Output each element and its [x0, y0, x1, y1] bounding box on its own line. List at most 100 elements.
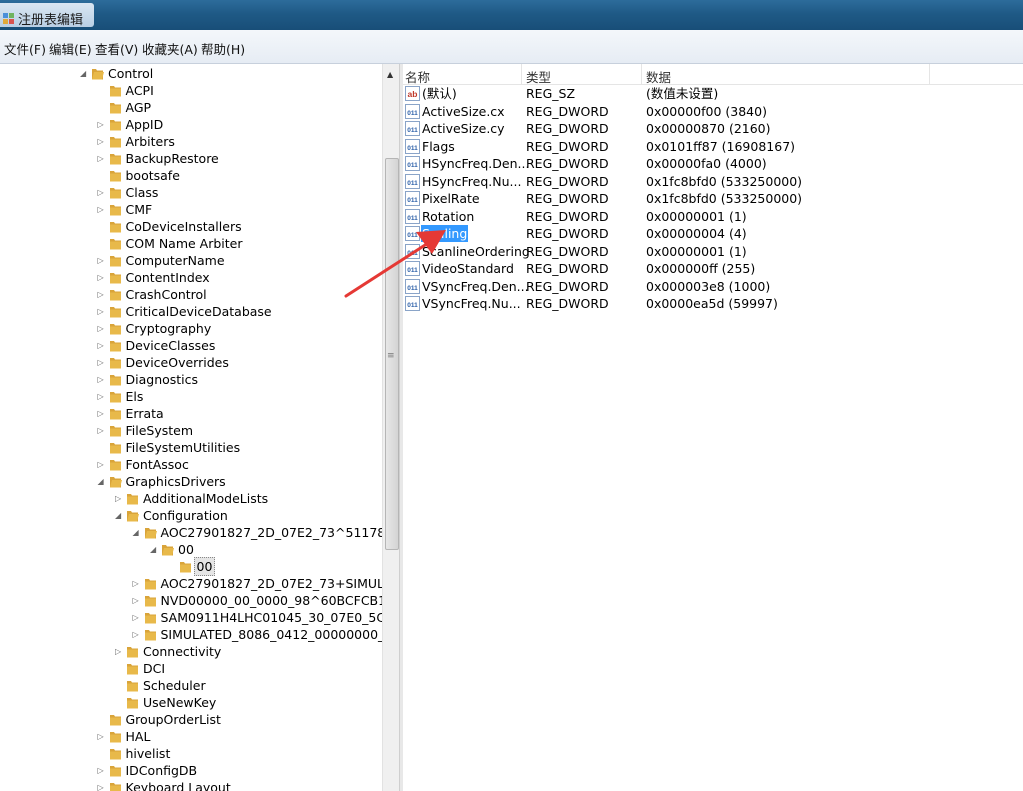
- tree-node-label: Connectivity: [143, 644, 222, 659]
- value-list[interactable]: 名称 类型 数据 ab (默认) REG_SZ (数值未设置) 011 ActiveSiz…: [403, 64, 1023, 791]
- collapsed-arrow-icon[interactable]: ▷: [98, 116, 106, 133]
- tree-node-label: DeviceOverrides: [125, 355, 229, 370]
- tree-node-label: FileSystemUtilities: [125, 440, 241, 455]
- expanded-arrow-icon[interactable]: ◢: [80, 65, 88, 82]
- value-row[interactable]: 011 VSyncFreq.Den... REG_DWORD 0x000003e8 (…: [403, 278, 1023, 295]
- tree-node-label: SAM0911H4LHC01045_30_07E0_5C+A: [160, 610, 383, 625]
- tree-node-label: GroupOrderList: [125, 712, 221, 727]
- collapsed-arrow-icon[interactable]: ▷: [133, 626, 141, 643]
- tree-node-label: CriticalDeviceDatabase: [125, 304, 272, 319]
- value-name: VSyncFreq.Nu...: [422, 296, 521, 311]
- svg-text:011: 011: [407, 232, 418, 239]
- tree-node-label: AOC27901827_2D_07E2_73+SIMULATE: [160, 576, 383, 591]
- collapsed-arrow-icon[interactable]: ▷: [98, 405, 106, 422]
- expanded-arrow-icon[interactable]: ◢: [133, 524, 141, 541]
- value-type: REG_DWORD: [526, 261, 609, 276]
- menu-file[interactable]: 文件(F): [4, 39, 46, 58]
- value-row[interactable]: 011 Flags REG_DWORD 0x0101ff87 (16908167): [403, 138, 1023, 155]
- value-row[interactable]: 011 PixelRate REG_DWORD 0x1fc8bfd0 (5332500…: [403, 190, 1023, 207]
- collapsed-arrow-icon[interactable]: ▷: [133, 609, 141, 626]
- tree-node-label: DeviceClasses: [125, 338, 216, 353]
- value-row[interactable]: 011 HSyncFreq.Nu... REG_DWORD 0x1fc8bfd0 (5…: [403, 173, 1023, 190]
- collapsed-arrow-icon[interactable]: ▷: [98, 150, 106, 167]
- collapsed-arrow-icon[interactable]: ▷: [98, 184, 106, 201]
- tree-node-label: CoDeviceInstallers: [125, 219, 242, 234]
- collapsed-arrow-icon[interactable]: ▷: [98, 388, 106, 405]
- scroll-up-arrow-icon[interactable]: ▲: [387, 70, 393, 79]
- folder-icon: [144, 630, 156, 641]
- tree-node-label: DCI: [143, 661, 166, 676]
- tree-node-label: UseNewKey: [143, 695, 217, 710]
- column-type[interactable]: 类型: [526, 67, 551, 86]
- string-value-icon: ab: [405, 86, 420, 101]
- value-row[interactable]: 011 VSyncFreq.Nu... REG_DWORD 0x0000ea5d (5…: [403, 295, 1023, 312]
- value-name: Rotation: [422, 208, 475, 224]
- value-name: Flags: [422, 138, 455, 154]
- collapsed-arrow-icon[interactable]: ▷: [98, 252, 106, 269]
- collapsed-arrow-icon[interactable]: ▷: [98, 762, 106, 779]
- column-divider[interactable]: [641, 64, 642, 84]
- collapsed-arrow-icon[interactable]: ▷: [98, 354, 106, 371]
- value-row[interactable]: ab (默认) REG_SZ (数值未设置): [403, 85, 1023, 102]
- menu-edit[interactable]: 编辑(E): [49, 39, 92, 58]
- expanded-arrow-icon[interactable]: ◢: [98, 473, 106, 490]
- collapsed-arrow-icon[interactable]: ▷: [115, 643, 123, 660]
- tree-node-label: CMF: [125, 202, 153, 217]
- svg-text:011: 011: [407, 302, 418, 309]
- value-name: ActiveSize.cx: [422, 103, 505, 119]
- collapsed-arrow-icon[interactable]: ▷: [98, 303, 106, 320]
- collapsed-arrow-icon[interactable]: ▷: [115, 490, 123, 507]
- value-row[interactable]: 011 Scaling REG_DWORD 0x00000004 (4): [403, 225, 1023, 242]
- expanded-arrow-icon[interactable]: ◢: [150, 541, 158, 558]
- collapsed-arrow-icon[interactable]: ▷: [98, 286, 106, 303]
- menu-favorites[interactable]: 收藏夹(A): [142, 39, 198, 58]
- tree-node-label: AdditionalModeLists: [143, 491, 269, 506]
- value-row[interactable]: 011 VideoStandard REG_DWORD 0x000000ff (255…: [403, 260, 1023, 277]
- tree-node-label: AOC27901827_2D_07E2_73^51178CC2: [160, 525, 383, 540]
- svg-text:011: 011: [407, 145, 418, 152]
- tree-node-label: Arbiters: [125, 134, 175, 149]
- value-data: 0x00000001 (1): [646, 243, 747, 259]
- tree-node-label: 00: [193, 557, 216, 576]
- folder-icon: [109, 766, 121, 777]
- collapsed-arrow-icon[interactable]: ▷: [98, 320, 106, 337]
- value-row[interactable]: 011 ScanlineOrdering REG_DWORD 0x00000001 (…: [403, 243, 1023, 260]
- collapsed-arrow-icon[interactable]: ▷: [133, 575, 141, 592]
- collapsed-arrow-icon[interactable]: ▷: [98, 269, 106, 286]
- collapsed-arrow-icon[interactable]: ▷: [98, 456, 106, 473]
- column-name[interactable]: 名称: [405, 67, 430, 86]
- open-folder-icon: [109, 477, 122, 488]
- column-divider[interactable]: [929, 64, 930, 84]
- menu-help[interactable]: 帮助(H): [201, 39, 245, 58]
- svg-text:011: 011: [407, 110, 418, 117]
- tree-node-label: AGP: [125, 100, 152, 115]
- value-name: Scaling: [421, 225, 469, 242]
- collapsed-arrow-icon[interactable]: ▷: [98, 337, 106, 354]
- collapsed-arrow-icon[interactable]: ▷: [98, 728, 106, 745]
- tree-scrollbar[interactable]: ▲ ≡: [382, 64, 400, 791]
- collapsed-arrow-icon[interactable]: ▷: [98, 201, 106, 218]
- menu-bar: 文件(F) 编辑(E) 查看(V) 收藏夹(A) 帮助(H): [0, 30, 1023, 64]
- collapsed-arrow-icon[interactable]: ▷: [98, 779, 106, 791]
- column-data[interactable]: 数据: [646, 67, 671, 86]
- collapsed-arrow-icon[interactable]: ▷: [98, 133, 106, 150]
- svg-text:ab: ab: [408, 89, 418, 99]
- value-type: REG_DWORD: [526, 226, 609, 241]
- value-row[interactable]: 011 HSyncFreq.Den... REG_DWORD 0x00000fa0 (…: [403, 155, 1023, 172]
- collapsed-arrow-icon[interactable]: ▷: [133, 592, 141, 609]
- menu-view[interactable]: 查看(V): [95, 39, 138, 58]
- expanded-arrow-icon[interactable]: ◢: [115, 507, 123, 524]
- column-divider[interactable]: [521, 64, 522, 84]
- registry-key-tree[interactable]: ◢ Control ACPI AGP ▷ AppID ▷ Arbiters ▷ BackupRes…: [0, 64, 382, 791]
- collapsed-arrow-icon[interactable]: ▷: [98, 371, 106, 388]
- value-row[interactable]: 011 ActiveSize.cx REG_DWORD 0x00000f00 (384…: [403, 103, 1023, 120]
- collapsed-arrow-icon[interactable]: ▷: [98, 422, 106, 439]
- tree-node-label: HAL: [125, 729, 151, 744]
- value-row[interactable]: 011 Rotation REG_DWORD 0x00000001 (1): [403, 208, 1023, 225]
- folder-icon: [109, 732, 121, 743]
- value-type: REG_SZ: [526, 86, 576, 101]
- open-folder-icon: [92, 69, 104, 80]
- value-row[interactable]: 011 ActiveSize.cy REG_DWORD 0x00000870 (216…: [403, 120, 1023, 137]
- folder-icon: [109, 171, 121, 182]
